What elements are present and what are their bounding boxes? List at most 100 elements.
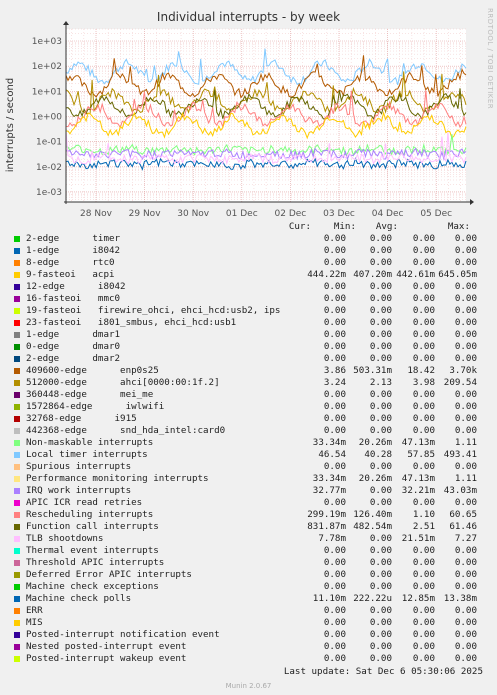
legend-value-max: 493.41 bbox=[443, 449, 477, 460]
legend-value-max: 0.00 bbox=[454, 317, 477, 328]
legend-swatch bbox=[14, 524, 20, 530]
legend-row: Machine check polls 11.10m 222.22u 12.85m 13… bbox=[0, 593, 497, 605]
legend-series-name: Non-maskable interrupts bbox=[26, 437, 154, 448]
legend-series-name: 19-fasteoi firewire_ohci, ehci_hcd:usb2,… bbox=[26, 305, 281, 316]
legend-swatch bbox=[14, 284, 20, 290]
legend-row: Nested posted-interrupt event 0.00 0.00 0.0… bbox=[0, 641, 497, 653]
legend-swatch bbox=[14, 560, 20, 566]
legend-swatch bbox=[14, 620, 20, 626]
legend-series-name: 16-fasteoi mmc0 bbox=[26, 293, 121, 304]
legend-swatch bbox=[14, 572, 20, 578]
legend-swatch bbox=[14, 272, 20, 278]
legend-series-name: 442368-edge snd_hda_intel:card0 bbox=[26, 425, 226, 436]
legend-value-max: 60.65 bbox=[449, 509, 477, 520]
legend-row: Spurious interrupts 0.00 0.00 0.00 0.00 bbox=[0, 461, 497, 473]
legend-series-name: 12-edge i8042 bbox=[26, 281, 126, 292]
legend-value-max: 0.00 bbox=[454, 389, 477, 400]
legend-series-name: TLB shootdowns bbox=[26, 533, 104, 544]
x-tick-label: 28 Nov bbox=[80, 209, 113, 219]
legend-series-name: APIC ICR read retries bbox=[26, 497, 143, 508]
y-tick-label: 1e+03 bbox=[32, 37, 62, 47]
x-tick-label: 02 Dec bbox=[275, 209, 307, 219]
legend-row: Rescheduling interrupts 299.19m 126.40m 1.1… bbox=[0, 509, 497, 521]
legend-value-max: 0.00 bbox=[454, 605, 477, 616]
legend-swatch bbox=[14, 584, 20, 590]
legend-series-name: Spurious interrupts bbox=[26, 461, 132, 472]
legend-swatch bbox=[14, 308, 20, 314]
legend-value-max: 61.46 bbox=[449, 521, 477, 532]
legend-row: 32768-edge i915 0.00 0.00 0.00 0.00 bbox=[0, 413, 497, 425]
legend-series-name: Function call interrupts bbox=[26, 521, 159, 532]
legend-swatch bbox=[14, 632, 20, 638]
legend-series-name: Thermal event interrupts bbox=[26, 545, 159, 556]
legend-row: Local timer interrupts 46.54 40.28 57.85 493… bbox=[0, 449, 497, 461]
legend-swatch bbox=[14, 548, 20, 554]
legend-value-max: 0.00 bbox=[454, 497, 477, 508]
legend-row: 1-edge i8042 0.00 0.00 0.00 0.00 bbox=[0, 245, 497, 257]
x-tick-label: 29 Nov bbox=[129, 209, 162, 219]
legend-series-name: Rescheduling interrupts bbox=[26, 509, 154, 520]
legend-row: ERR 0.00 0.00 0.00 0.00 bbox=[0, 605, 497, 617]
x-tick-label: 05 Dec bbox=[420, 209, 452, 219]
legend-series-name: MIS bbox=[26, 617, 43, 628]
legend-series-name: 32768-edge i915 bbox=[26, 413, 137, 424]
x-tick-label: 01 Dec bbox=[226, 209, 258, 219]
legend-series-name: Machine check exceptions bbox=[26, 581, 159, 592]
legend-swatch bbox=[14, 644, 20, 650]
legend-value-max: 0.00 bbox=[454, 341, 477, 352]
legend-value-max: 0.00 bbox=[454, 545, 477, 556]
x-tick-label: 03 Dec bbox=[323, 209, 355, 219]
legend-swatch bbox=[14, 608, 20, 614]
legend-series-name: 2-edge dmar2 bbox=[26, 353, 121, 364]
legend-series-name: 23-fasteoi i801_smbus, ehci_hcd:usb1 bbox=[26, 317, 237, 328]
legend-value-max: 209.54 bbox=[443, 377, 477, 388]
legend-row: 2-edge dmar2 0.00 0.00 0.00 0.00 bbox=[0, 353, 497, 365]
legend-series-name: 1572864-edge iwlwifi bbox=[26, 401, 165, 412]
legend-row: 23-fasteoi i801_smbus, ehci_hcd:usb1 0.00… bbox=[0, 317, 497, 329]
legend-swatch bbox=[14, 356, 20, 362]
legend-swatch bbox=[14, 500, 20, 506]
legend-value-max: 0.00 bbox=[454, 305, 477, 316]
legend-row: Posted-interrupt notification event 0.00 0… bbox=[0, 629, 497, 641]
legend-swatch bbox=[14, 452, 20, 458]
legend-series-name: Machine check polls bbox=[26, 593, 132, 604]
x-tick-label: 04 Dec bbox=[372, 209, 404, 219]
legend-swatch bbox=[14, 428, 20, 434]
legend-swatch bbox=[14, 248, 20, 254]
legend-row: 409600-edge enp0s25 3.86 503.31m 18.42 3.70k bbox=[0, 365, 497, 377]
legend-series-name: 9-fasteoi acpi bbox=[26, 269, 115, 280]
legend-value-max: 0.00 bbox=[454, 569, 477, 580]
legend-value-max: 0.00 bbox=[454, 245, 477, 256]
legend-value-max: 1.11 bbox=[454, 437, 477, 448]
legend-header-max: Max: bbox=[447, 221, 470, 232]
y-axis-arrow bbox=[63, 21, 69, 25]
legend-row: 19-fasteoi firewire_ohci, ehci_hcd:usb2,… bbox=[0, 305, 497, 317]
legend-value-max: 0.00 bbox=[454, 413, 477, 424]
legend-value-max: 0.00 bbox=[454, 425, 477, 436]
legend-value-max: 0.00 bbox=[454, 629, 477, 640]
legend-row: 16-fasteoi mmc0 0.00 0.00 0.00 0.00 bbox=[0, 293, 497, 305]
legend-swatch bbox=[14, 404, 20, 410]
legend-row: Function call interrupts 831.87m 482.54m 2.… bbox=[0, 521, 497, 533]
legend-row: Thermal event interrupts 0.00 0.00 0.00 0.00 bbox=[0, 545, 497, 557]
legend-series-name: 1-edge dmar1 bbox=[26, 329, 121, 340]
legend-row: 1-edge dmar1 0.00 0.00 0.00 0.00 bbox=[0, 329, 497, 341]
legend-value-max: 0.00 bbox=[454, 641, 477, 652]
legend-value-max: 0.00 bbox=[454, 653, 477, 664]
legend-series-name: Nested posted-interrupt event bbox=[26, 641, 187, 652]
legend-value-max: 0.00 bbox=[454, 581, 477, 592]
legend-row: Deferred Error APIC interrupts 0.00 0.00 0.… bbox=[0, 569, 497, 581]
legend-row: 512000-edge ahci[0000:00:1f.2] 3.24 2.13 3.… bbox=[0, 377, 497, 389]
legend-value-max: 0.00 bbox=[454, 281, 477, 292]
legend-value-max: 645.05m bbox=[438, 269, 477, 280]
y-tick-label: 1e-03 bbox=[36, 188, 62, 198]
legend-series-name: Threshold APIC interrupts bbox=[26, 557, 165, 568]
legend-value-max: 0.00 bbox=[454, 461, 477, 472]
legend-series-name: 409600-edge enp0s25 bbox=[26, 365, 159, 376]
legend-swatch bbox=[14, 416, 20, 422]
legend-series-name: Local timer interrupts bbox=[26, 449, 148, 460]
legend-header-avg: Avg: bbox=[375, 221, 398, 232]
y-tick-label: 1e+00 bbox=[32, 112, 63, 122]
legend-series-name: 8-edge rtc0 bbox=[26, 257, 115, 268]
legend-value-max: 0.00 bbox=[454, 617, 477, 628]
